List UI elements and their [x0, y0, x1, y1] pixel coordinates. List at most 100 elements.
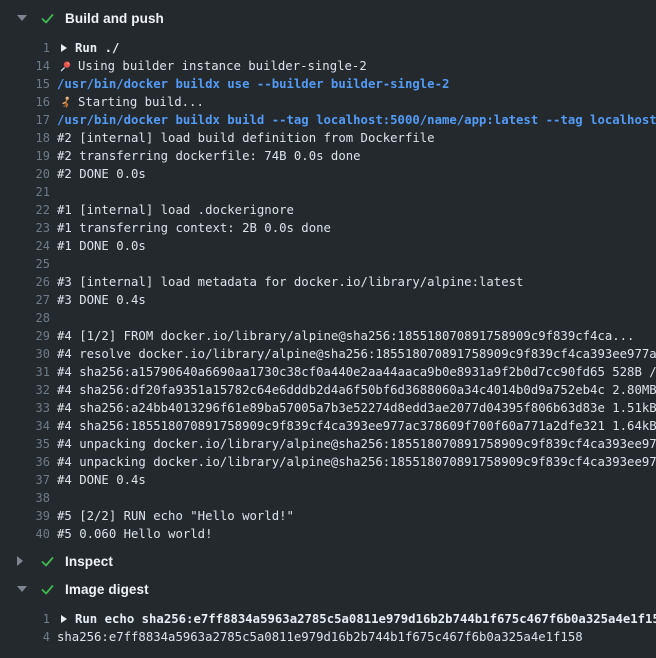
log-text: #4 DONE 0.4s	[57, 471, 146, 489]
log-text: #2 DONE 0.0s	[57, 165, 146, 183]
log-line: 37 #4 DONE 0.4s	[0, 471, 656, 489]
log-line-content: #4 DONE 0.4s	[57, 471, 656, 489]
log-line: 32 #4 sha256:df20fa9351a15782c64e6dddb2d4…	[0, 381, 656, 399]
log-section: Image digest 1Run echo sha256:e7ff8834a59…	[0, 579, 656, 646]
log-line-content: #4 sha256:df20fa9351a15782c64e6dddb2d4a6…	[57, 381, 656, 399]
log-section: Inspect	[0, 551, 656, 571]
log-line: 14 Using builder instance builder-single-…	[0, 57, 656, 75]
line-number[interactable]: 40	[0, 525, 50, 543]
line-number[interactable]: 31	[0, 363, 50, 381]
section-header[interactable]: Build and push	[0, 8, 656, 28]
line-number[interactable]: 24	[0, 237, 50, 255]
log-line: 26 #3 [internal] load metadata for docker…	[0, 273, 656, 291]
line-number[interactable]: 27	[0, 291, 50, 309]
workflow-log-viewer: Build and push1Run ./14Using builder ins…	[0, 0, 656, 658]
line-number[interactable]: 28	[0, 309, 50, 327]
log-line: 17/usr/bin/docker buildx build --tag loc…	[0, 111, 656, 129]
line-number[interactable]: 37	[0, 471, 50, 489]
log-line-content: #3 [internal] load metadata for docker.i…	[57, 273, 656, 291]
log-text: sha256:e7ff8834a5963a2785c5a0811e979d16b…	[57, 628, 583, 646]
line-number[interactable]: 32	[0, 381, 50, 399]
line-number[interactable]: 39	[0, 507, 50, 525]
line-number[interactable]: 35	[0, 435, 50, 453]
check-icon	[40, 554, 55, 569]
line-number[interactable]: 21	[0, 183, 50, 201]
line-number[interactable]: 33	[0, 399, 50, 417]
runner-icon	[59, 96, 72, 109]
log-text: Starting build...	[78, 93, 204, 111]
log-text: #4 [1/2] FROM docker.io/library/alpine@s…	[57, 327, 634, 345]
line-number[interactable]: 29	[0, 327, 50, 345]
log-text: #1 [internal] load .dockerignore	[57, 201, 294, 219]
log-line-content	[57, 309, 656, 327]
log-line: 29 #4 [1/2] FROM docker.io/library/alpine…	[0, 327, 656, 345]
chevron-down-icon[interactable]	[17, 15, 28, 21]
log-line: 34 #4 sha256:185518070891758909c9f839cf4c…	[0, 417, 656, 435]
line-number[interactable]: 1	[0, 39, 50, 57]
log-line-content: #4 [1/2] FROM docker.io/library/alpine@s…	[57, 327, 656, 345]
play-icon[interactable]	[57, 39, 75, 57]
check-icon	[40, 11, 55, 26]
log-line-content: #1 [internal] load .dockerignore	[57, 201, 656, 219]
log-text: #4 unpacking docker.io/library/alpine@sh…	[57, 453, 656, 471]
log-line-content: #1 DONE 0.0s	[57, 237, 656, 255]
line-number[interactable]: 34	[0, 417, 50, 435]
log-text: Using builder instance builder-single-2	[78, 57, 367, 75]
line-number[interactable]: 1	[0, 610, 50, 628]
line-number[interactable]: 22	[0, 201, 50, 219]
chevron-down-icon[interactable]	[17, 586, 28, 592]
section-title: Image digest	[65, 582, 149, 597]
line-number[interactable]: 26	[0, 273, 50, 291]
line-number[interactable]: 19	[0, 147, 50, 165]
log-line-content: #5 [2/2] RUN echo "Hello world!"	[57, 507, 656, 525]
line-number[interactable]: 16	[0, 93, 50, 111]
log-line-content: #2 transferring dockerfile: 74B 0.0s don…	[57, 147, 656, 165]
line-number[interactable]: 36	[0, 453, 50, 471]
log-line: 21	[0, 183, 656, 201]
log-line-content: #3 DONE 0.4s	[57, 291, 656, 309]
play-icon[interactable]	[57, 610, 75, 628]
log-text: /usr/bin/docker buildx build --tag local…	[57, 111, 656, 129]
line-number[interactable]: 38	[0, 489, 50, 507]
section-header[interactable]: Image digest	[0, 579, 656, 599]
log-line-content: sha256:e7ff8834a5963a2785c5a0811e979d16b…	[57, 628, 656, 646]
log-line: 18 #2 [internal] load build definition fr…	[0, 129, 656, 147]
log-line: 19 #2 transferring dockerfile: 74B 0.0s d…	[0, 147, 656, 165]
log-line-content: Run ./	[57, 39, 656, 57]
log-line-content: /usr/bin/docker buildx build --tag local…	[57, 111, 656, 129]
log-text: #1 DONE 0.0s	[57, 237, 146, 255]
log-text: #3 DONE 0.4s	[57, 291, 146, 309]
log-text: #4 resolve docker.io/library/alpine@sha2…	[57, 345, 656, 363]
log-line-content: Using builder instance builder-single-2	[57, 57, 656, 75]
line-number[interactable]: 17	[0, 111, 50, 129]
log-section: Build and push 1 Run ./ 14 Using builder ins…	[0, 8, 656, 543]
log-line: 40#5 0.060 Hello world!	[0, 525, 656, 543]
log-text: #4 unpacking docker.io/library/alpine@sh…	[57, 435, 656, 453]
log-line: 20 #2 DONE 0.0s	[0, 165, 656, 183]
log-line: 25	[0, 255, 656, 273]
line-number[interactable]: 14	[0, 57, 50, 75]
line-number[interactable]: 23	[0, 219, 50, 237]
line-number[interactable]: 30	[0, 345, 50, 363]
log-text: #5 [2/2] RUN echo "Hello world!"	[57, 507, 294, 525]
line-number[interactable]: 15	[0, 75, 50, 93]
line-number[interactable]: 4	[0, 628, 50, 646]
log-text: #2 [internal] load build definition from…	[57, 129, 435, 147]
log-line: 30 #4 resolve docker.io/library/alpine@sh…	[0, 345, 656, 363]
chevron-right-icon[interactable]	[17, 556, 28, 566]
log-text: Run ./	[75, 39, 119, 57]
log-line-content	[57, 255, 656, 273]
log-line: 16 Starting build...	[0, 93, 656, 111]
log-line: 1 Run ./	[0, 39, 656, 57]
log-line: 23#1 transferring context: 2B 0.0s done	[0, 219, 656, 237]
log-text: #4 sha256:a24bb4013296f61e89ba57005a7b3e…	[57, 399, 656, 417]
section-header[interactable]: Inspect	[0, 551, 656, 571]
line-number[interactable]: 25	[0, 255, 50, 273]
line-number[interactable]: 18	[0, 129, 50, 147]
log-line-content: Starting build...	[57, 93, 656, 111]
log-line-content: #4 sha256:185518070891758909c9f839cf4ca3…	[57, 417, 656, 435]
line-number[interactable]: 20	[0, 165, 50, 183]
log-line-content: #4 unpacking docker.io/library/alpine@sh…	[57, 435, 656, 453]
check-icon	[40, 582, 55, 597]
log-line: 1Run echo sha256:e7ff8834a5963a2785c5a08…	[0, 610, 656, 628]
